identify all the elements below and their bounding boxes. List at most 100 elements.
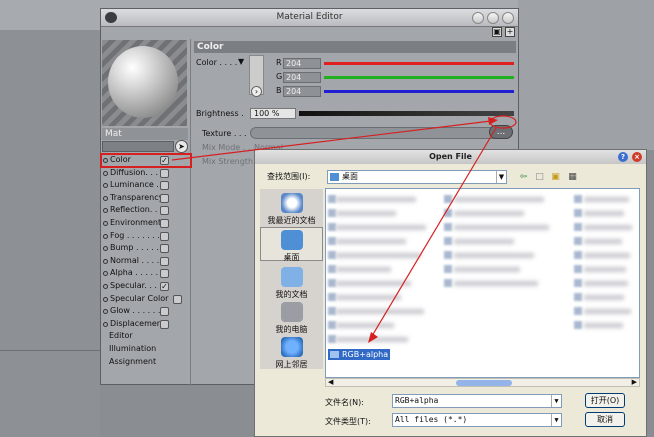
brightness-field[interactable]: 100 % [250,108,296,119]
file-item-blurred[interactable] [336,253,421,258]
place-network[interactable]: 网上邻居 [260,337,323,370]
texture-browse-button[interactable]: ... [489,125,513,139]
look-in-combo[interactable]: 桌面 ▼ [327,170,507,184]
channel-bump[interactable]: Bump . . . . . . [101,242,191,255]
filetype-select[interactable]: All files (*.*) ▼ [392,413,562,427]
file-item-blurred[interactable] [454,267,520,272]
file-item-blurred[interactable] [454,225,549,230]
chevron-down-icon[interactable]: ▼ [551,414,561,426]
channel-transparency[interactable]: Transparency [101,192,191,205]
material-editor-titlebar[interactable]: Material Editor [101,9,518,27]
horizontal-scrollbar[interactable]: ◀ ▶ [325,378,640,387]
file-item-blurred[interactable] [584,225,632,230]
file-item-blurred[interactable] [584,295,624,300]
file-item-blurred[interactable] [336,323,394,328]
tab-assignment[interactable]: Assignment [101,356,191,369]
file-item-blurred[interactable] [336,197,416,202]
channel-displacement[interactable]: Displacement [101,318,191,331]
checkbox-icon[interactable] [173,294,182,304]
channel-luminance[interactable]: Luminance . . . [101,179,191,192]
color-picker-icon[interactable]: › [251,86,262,97]
channel-specular[interactable]: Specular. . . . . ✓ [101,280,191,293]
checkbox-icon[interactable] [160,218,169,228]
open-button[interactable]: 打开(O) [585,393,625,408]
g-field[interactable]: 204 [283,72,321,83]
chevron-down-icon[interactable]: ▼ [496,171,506,183]
close-icon[interactable]: × [632,152,642,162]
r-slider[interactable] [324,62,514,65]
picker-icon[interactable]: ➤ [175,140,188,153]
r-field[interactable]: 204 [283,58,321,69]
file-item-blurred[interactable] [336,309,424,314]
channel-glow[interactable]: Glow . . . . . . . [101,305,191,318]
file-item-blurred[interactable] [336,295,401,300]
checkbox-icon[interactable] [160,168,169,178]
file-item-blurred[interactable] [584,211,624,216]
file-item-blurred[interactable] [336,267,391,272]
file-item-blurred[interactable] [454,281,538,286]
channel-normal[interactable]: Normal . . . . . [101,255,191,268]
b-slider[interactable] [324,90,514,93]
chevron-down-icon[interactable]: ▼ [551,395,561,407]
file-item-blurred[interactable] [584,281,628,286]
file-item-blurred[interactable] [584,267,626,272]
file-list[interactable]: RGB+alpha [325,188,640,378]
file-item-blurred[interactable] [454,253,534,258]
checkbox-icon[interactable] [160,206,169,216]
file-item-blurred[interactable] [584,197,629,202]
checkbox-icon[interactable] [160,244,169,254]
g-slider[interactable] [324,76,514,79]
material-name-field[interactable] [102,141,174,152]
checkbox-icon[interactable] [160,181,169,191]
checkbox-icon[interactable] [160,231,169,241]
place-my-computer[interactable]: 我的电脑 [260,302,323,335]
checkbox-checked-icon[interactable]: ✓ [160,156,169,165]
file-item-blurred[interactable] [584,309,631,314]
channel-reflection[interactable]: Reflection. . . . [101,204,191,217]
back-icon[interactable]: ⇦ [517,171,530,183]
checkbox-icon[interactable] [160,319,169,329]
channel-specular-color[interactable]: Specular Color [101,293,191,306]
place-desktop[interactable]: 桌面 [260,227,323,262]
tab-editor[interactable]: Editor [101,330,191,343]
file-item-blurred[interactable] [336,211,396,216]
maximize-icon[interactable] [487,12,499,24]
cancel-button[interactable]: 取消 [585,412,625,427]
selected-file-item[interactable]: RGB+alpha [328,349,391,360]
channel-alpha[interactable]: Alpha . . . . . . [101,267,191,280]
close-icon[interactable] [502,12,514,24]
file-item-blurred[interactable] [336,225,426,230]
checkbox-icon[interactable] [160,307,169,317]
file-item-blurred[interactable] [584,323,623,328]
file-item-blurred[interactable] [336,239,406,244]
scrollbar-thumb[interactable] [456,380,512,386]
lock-icon[interactable]: ▣ [492,27,502,37]
scroll-right-icon[interactable]: ▶ [632,378,637,386]
brightness-slider[interactable] [299,111,514,116]
dropdown-arrow-icon[interactable]: ▼ [238,57,244,66]
scroll-left-icon[interactable]: ◀ [328,378,333,386]
open-dialog-titlebar[interactable]: Open File ? × [255,150,646,164]
minimize-icon[interactable] [472,12,484,24]
filename-input[interactable]: RGB+alpha ▼ [392,394,562,408]
file-item-blurred[interactable] [454,239,514,244]
file-item-blurred[interactable] [454,197,544,202]
file-item-blurred[interactable] [584,239,622,244]
file-item-blurred[interactable] [336,281,411,286]
place-my-documents[interactable]: 我的文档 [260,267,323,300]
checkbox-checked-icon[interactable]: ✓ [160,281,169,291]
file-item-blurred[interactable] [584,253,630,258]
up-folder-icon[interactable]: □ [533,171,546,183]
channel-environment[interactable]: Environment [101,217,191,230]
texture-field[interactable] [250,127,510,139]
view-menu-icon[interactable]: ▦ [566,171,579,183]
help-icon[interactable]: ? [618,152,628,162]
checkbox-icon[interactable] [160,269,169,279]
tab-illumination[interactable]: Illumination [101,343,191,356]
new-window-icon[interactable]: + [505,27,515,37]
channel-diffusion[interactable]: Diffusion. . . . . [101,167,191,180]
checkbox-icon[interactable] [160,256,169,266]
new-folder-icon[interactable]: ▣ [549,171,562,183]
checkbox-icon[interactable] [160,193,169,203]
channel-color[interactable]: Color ✓ [100,153,192,168]
